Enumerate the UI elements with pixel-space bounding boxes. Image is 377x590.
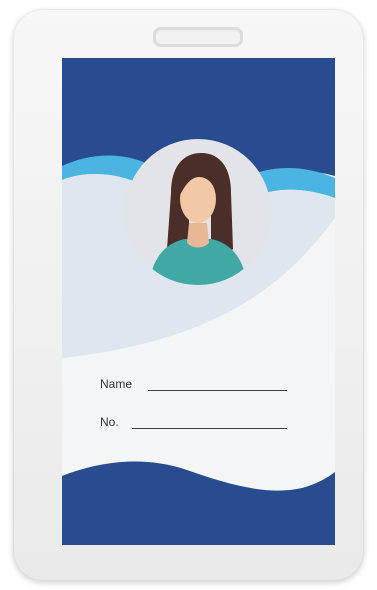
name-underline [148, 390, 287, 391]
avatar-neck [187, 223, 209, 248]
id-card: Name No. [62, 58, 335, 545]
lanyard-slot [153, 27, 243, 47]
id-badge-image: Name No. [0, 0, 377, 590]
woman-avatar-icon [125, 139, 271, 285]
name-field: Name [100, 377, 132, 391]
name-label: Name [100, 377, 133, 391]
number-underline [132, 428, 287, 429]
number-label: No. [100, 415, 119, 429]
number-field: No. [100, 415, 119, 429]
card-background [62, 58, 335, 545]
